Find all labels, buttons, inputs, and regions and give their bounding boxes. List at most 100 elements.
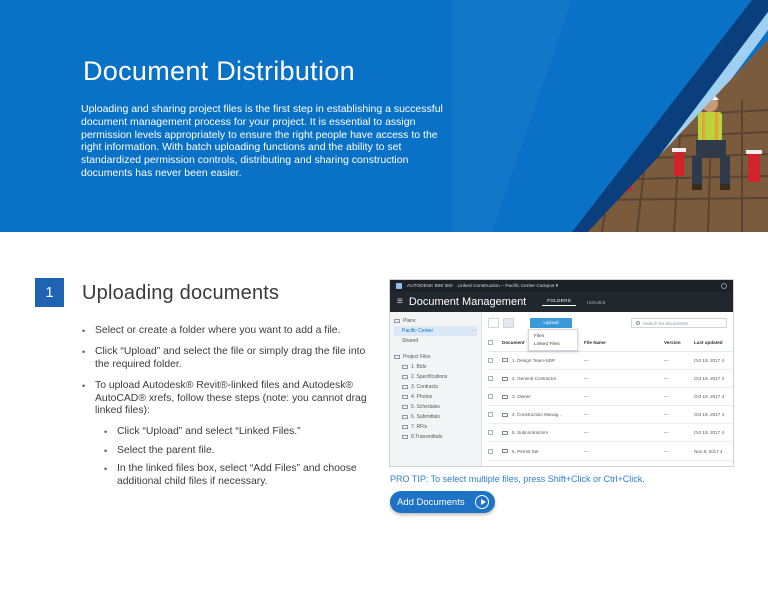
sidebar-folder[interactable]: 8.Transmittals xyxy=(394,432,477,442)
row-document-name[interactable]: 2. General Contractor xyxy=(512,376,556,381)
sidebar-folder[interactable]: 3. Contracts xyxy=(394,382,477,392)
column-header-file-name[interactable]: File Name xyxy=(584,334,664,352)
grid-view-icon[interactable] xyxy=(503,318,514,328)
row-document-name[interactable]: 5. Subcontractors xyxy=(512,430,548,435)
list-view-icon[interactable] xyxy=(488,318,499,328)
row-last-updated: Oct 19, 2017 4 xyxy=(694,387,733,407)
sidebar-folder[interactable]: 7. RFIs xyxy=(394,422,477,432)
sidebar-label: 6. Submittals xyxy=(411,414,440,420)
row-last-updated: Oct 19, 2017 4 xyxy=(694,351,733,370)
row-document-name[interactable]: 3. Owner xyxy=(512,394,531,399)
row-file-name: — xyxy=(584,423,664,443)
row-checkbox[interactable] xyxy=(488,430,493,436)
table-row[interactable]: 5. Subcontractors — — Oct 19, 2017 4 xyxy=(488,423,733,443)
sidebar-item-pacific-center[interactable]: Pacific Center ··· xyxy=(394,326,477,336)
hero-banner: Document Distribution Uploading and shar… xyxy=(0,0,768,232)
row-document-name[interactable]: 1. Design Team-NDP xyxy=(512,358,555,363)
table-row[interactable]: 1. Design Team-NDP — — Oct 19, 2017 4 xyxy=(488,351,733,370)
step-item-text: To upload Autodesk® Revit®-linked files … xyxy=(95,380,367,417)
select-all-checkbox[interactable] xyxy=(488,339,493,345)
sidebar-label: Shared xyxy=(402,338,419,344)
sidebar-label: 3. Contracts xyxy=(411,384,438,390)
hamburger-menu-icon[interactable]: ≡ xyxy=(397,297,403,307)
table-row[interactable]: 3. Owner — — Oct 19, 2017 4 xyxy=(488,387,733,407)
menu-item-files[interactable]: Files xyxy=(529,332,577,340)
folder-icon xyxy=(502,394,508,399)
row-last-updated: Nov 8, 2017 4 xyxy=(694,441,733,461)
row-document-name[interactable]: 4. Construction Manag... xyxy=(512,412,562,417)
project-selector[interactable]: Linked Construction – Pacific Center Cam… xyxy=(458,284,559,289)
autodesk-logo-icon xyxy=(396,283,402,289)
app-title: Document Management xyxy=(408,296,527,308)
row-version: — xyxy=(664,423,694,443)
table-row[interactable]: 4. Construction Manag... — — Oct 19, 2017 4 xyxy=(488,405,733,425)
sidebar-label: 2. Specifications xyxy=(411,374,448,380)
table-header-row: Document File Name Version Last updated xyxy=(488,334,733,352)
row-checkbox[interactable] xyxy=(488,448,493,454)
hero-intro-text: Uploading and sharing project files is t… xyxy=(81,103,443,179)
folder-icon xyxy=(394,355,400,359)
column-header-version[interactable]: Version xyxy=(664,334,694,352)
row-checkbox[interactable] xyxy=(488,394,493,400)
table-row[interactable]: 6. Permit Set — — Nov 8, 2017 4 xyxy=(488,441,733,461)
menu-item-linked-files[interactable]: Linked Files xyxy=(529,340,577,348)
substep-item: In the linked files box, select “Add Fil… xyxy=(95,463,382,488)
step-item: Select or create a folder where you want… xyxy=(82,325,382,338)
add-documents-button[interactable]: Add Documents xyxy=(390,491,495,513)
row-last-updated: Oct 19, 2017 4 xyxy=(694,369,733,388)
row-checkbox[interactable] xyxy=(488,412,493,418)
step-item: Click “Upload” and select the file or si… xyxy=(82,346,382,371)
sidebar-folder[interactable]: 1. Bids xyxy=(394,362,477,372)
app-header: ≡ Document Management FOLDERS ISSUES xyxy=(390,292,733,312)
folder-icon xyxy=(502,376,508,381)
sidebar-label: 8.Transmittals xyxy=(411,434,443,440)
file-list-panel: Upload Search for documents Files Linked… xyxy=(482,312,733,466)
folder-icon xyxy=(402,375,408,379)
search-placeholder: Search for documents xyxy=(643,320,688,326)
substep-list: Click “Upload” and select “Linked Files.… xyxy=(95,426,382,488)
step-list: Select or create a folder where you want… xyxy=(82,325,382,497)
folder-icon xyxy=(402,415,408,419)
sidebar-folder[interactable]: 5. Schedules xyxy=(394,402,477,412)
construction-worker-photo xyxy=(452,0,768,232)
folder-icon xyxy=(402,425,408,429)
row-checkbox[interactable] xyxy=(488,357,493,363)
pro-tip-text: PRO TIP: To select multiple files, press… xyxy=(390,474,645,484)
row-file-name: — xyxy=(584,441,664,461)
table-row[interactable]: 2. General Contractor — — Oct 19, 2017 4 xyxy=(488,369,733,388)
row-file-name: — xyxy=(584,351,664,370)
folder-icon xyxy=(402,385,408,389)
upload-button[interactable]: Upload xyxy=(530,318,572,328)
tab-issues[interactable]: ISSUES xyxy=(582,300,611,305)
app-body: Plans Pacific Center ··· Shared Project F… xyxy=(390,312,733,466)
sidebar-section-project-files[interactable]: Project Files xyxy=(394,352,477,362)
sidebar-label: Project Files xyxy=(403,354,431,360)
add-documents-label: Add Documents xyxy=(397,496,465,508)
row-version: — xyxy=(664,369,694,388)
sidebar-folder[interactable]: 6. Submittals xyxy=(394,412,477,422)
tab-folders[interactable]: FOLDERS xyxy=(542,298,577,306)
row-document-name[interactable]: 6. Permit Set xyxy=(512,449,539,454)
section-title: Uploading documents xyxy=(82,282,280,304)
sidebar-folder[interactable]: 4. Photos xyxy=(394,392,477,402)
search-input[interactable]: Search for documents xyxy=(631,318,727,328)
folder-icon xyxy=(402,395,408,399)
column-header-last-updated[interactable]: Last updated xyxy=(694,334,733,352)
app-brand: AUTODESK BIM 360 xyxy=(407,283,453,289)
upload-dropdown-menu: Files Linked Files xyxy=(528,329,578,351)
sidebar-folder[interactable]: 2. Specifications xyxy=(394,372,477,382)
row-file-name: — xyxy=(584,369,664,388)
row-checkbox[interactable] xyxy=(488,375,493,381)
folder-icon xyxy=(502,449,508,454)
help-icon[interactable] xyxy=(721,283,727,289)
row-last-updated: Oct 19, 2017 4 xyxy=(694,423,733,443)
folder-icon xyxy=(502,358,508,363)
row-last-updated: Oct 19, 2017 4 xyxy=(694,405,733,425)
sidebar-label: 4. Photos xyxy=(411,394,433,400)
row-version: — xyxy=(664,441,694,461)
step-number-badge: 1 xyxy=(35,278,64,307)
sidebar-item-shared[interactable]: Shared xyxy=(394,336,477,346)
row-version: — xyxy=(664,405,694,425)
more-options-icon[interactable]: ··· xyxy=(472,328,477,334)
sidebar-section-plans[interactable]: Plans xyxy=(394,316,477,326)
